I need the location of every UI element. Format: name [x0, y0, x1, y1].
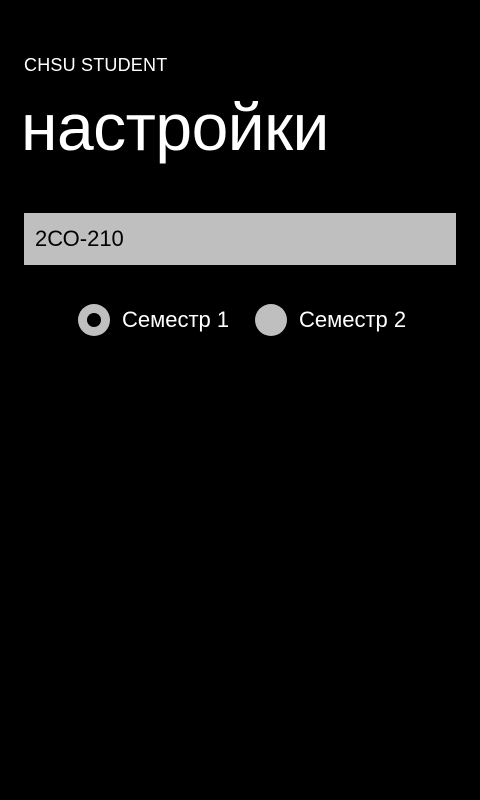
semester-2-radio[interactable]: Семестр 2 [255, 302, 406, 338]
app-title: CHSU STUDENT [24, 55, 168, 75]
page-title: настройки [21, 90, 329, 164]
radio-circle[interactable] [255, 304, 287, 336]
radio-circle[interactable] [78, 304, 110, 336]
semester-2-label[interactable]: Семестр 2 [299, 302, 406, 338]
radio-selected-dot [87, 313, 101, 327]
semester-1-label[interactable]: Семестр 1 [122, 302, 229, 338]
semester-radio-group: Семестр 1 Семестр 2 [0, 302, 480, 338]
group-input[interactable] [24, 213, 456, 265]
semester-1-radio[interactable]: Семестр 1 [78, 302, 229, 338]
